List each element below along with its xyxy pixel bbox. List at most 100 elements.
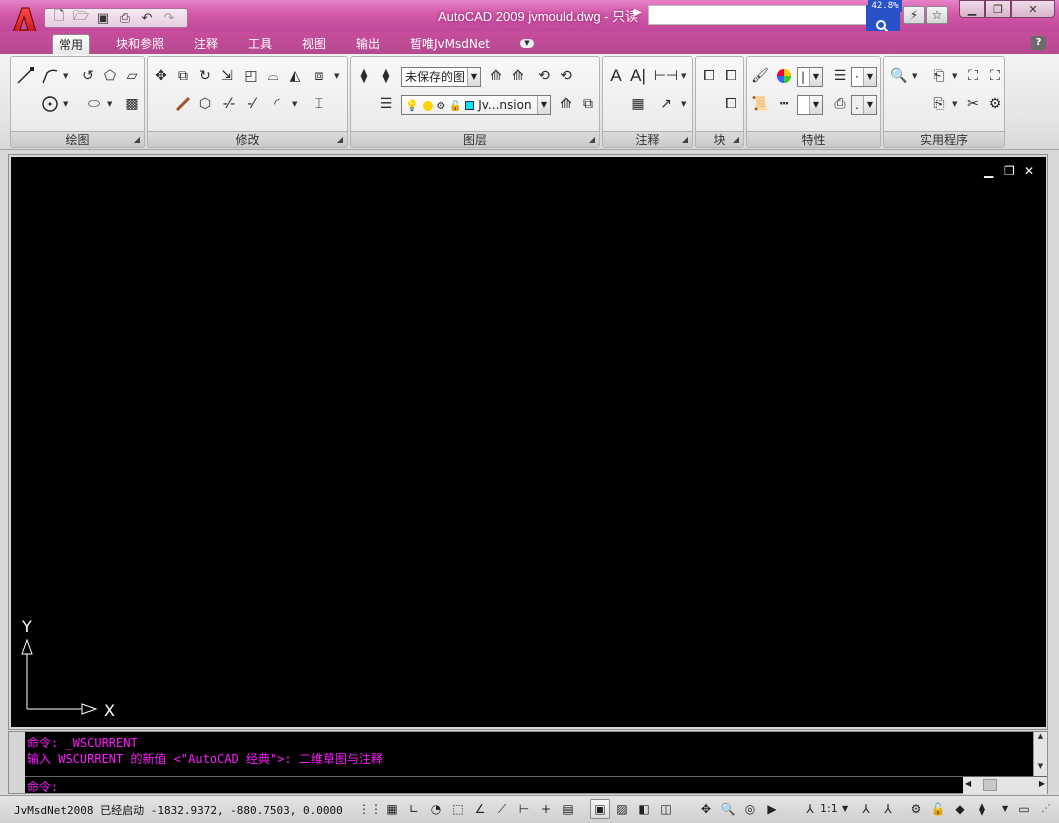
- match-properties-icon[interactable]: 🖌: [749, 65, 771, 87]
- circle-dropdown-icon[interactable]: ▼: [63, 100, 68, 108]
- resize-grip-icon[interactable]: ⋰: [1036, 799, 1056, 819]
- layer-unisolate-icon[interactable]: ⟲: [555, 65, 577, 87]
- color-combo[interactable]: | ▼: [797, 67, 823, 87]
- multileader-icon[interactable]: ↗: [655, 93, 677, 115]
- command-prompt-row[interactable]: 命令: ◀ ▶: [25, 776, 1047, 794]
- erase-icon[interactable]: [172, 93, 194, 115]
- stretch-icon[interactable]: ⇲: [216, 65, 238, 87]
- linetype-icon[interactable]: ┅: [773, 93, 795, 115]
- layer-make-current-icon[interactable]: ⟰: [555, 93, 577, 115]
- close-button[interactable]: ✕: [1011, 0, 1055, 18]
- dyn-icon[interactable]: ⊢: [514, 799, 534, 819]
- scroll-right-icon[interactable]: ▶: [1039, 779, 1045, 788]
- zoom-status-icon[interactable]: 🔍: [718, 799, 738, 819]
- paste-dropdown-icon[interactable]: ▼: [952, 72, 957, 80]
- move-icon[interactable]: ✥: [150, 65, 172, 87]
- scroll-left-icon[interactable]: ◀: [965, 779, 971, 788]
- multileader-dropdown-icon[interactable]: ▼: [681, 100, 686, 108]
- array-dropdown-icon[interactable]: ▼: [334, 72, 339, 80]
- layer-state-icon[interactable]: ⧫: [375, 65, 397, 87]
- table-icon[interactable]: ▦: [627, 93, 649, 115]
- drawing-minimize-icon[interactable]: ▁: [984, 164, 993, 178]
- edit-block-icon[interactable]: ⧠: [720, 93, 742, 115]
- copy-icon[interactable]: ⧉: [172, 65, 194, 87]
- polyline-dropdown-icon[interactable]: ▼: [63, 72, 68, 80]
- maximize-button[interactable]: ❐: [985, 0, 1011, 18]
- layer-match-icon[interactable]: ⟰: [485, 65, 507, 87]
- copy-clip-dropdown-icon[interactable]: ▼: [952, 100, 957, 108]
- ducs-icon[interactable]: ⟋: [492, 799, 512, 819]
- polygon-icon[interactable]: ⬠: [99, 65, 121, 87]
- command-vertical-scrollbar[interactable]: ▲ ▼: [1033, 732, 1047, 776]
- single-line-text-icon[interactable]: A: [605, 65, 627, 87]
- rectangle-icon[interactable]: ▱: [121, 65, 143, 87]
- print-icon[interactable]: ⎙: [115, 10, 135, 26]
- minimize-button[interactable]: ▁: [959, 0, 985, 18]
- circle-icon[interactable]: [39, 93, 61, 115]
- scale-icon[interactable]: ◰: [240, 65, 262, 87]
- auto-scale-icon[interactable]: ⅄: [878, 799, 898, 819]
- showmotion-icon[interactable]: ▶: [762, 799, 782, 819]
- extend-icon[interactable]: -⁄: [240, 93, 262, 115]
- panel-expander-icon[interactable]: ◢: [682, 132, 688, 148]
- measure-icon[interactable]: ⚙: [984, 93, 1006, 115]
- status-menu-icon[interactable]: ▼: [1002, 804, 1008, 813]
- drawing-close-icon[interactable]: ✕: [1024, 164, 1034, 178]
- arc-icon[interactable]: ↺: [77, 65, 99, 87]
- fillet-icon[interactable]: ◜: [266, 93, 288, 115]
- zoom-icon[interactable]: 🔍: [888, 65, 910, 87]
- layer-merge-icon[interactable]: ⧉: [577, 93, 599, 115]
- layer-previous-icon[interactable]: ⟰: [507, 65, 529, 87]
- create-block-icon[interactable]: ⧠: [720, 65, 742, 87]
- lineweight-combo[interactable]: · ▼: [851, 67, 877, 87]
- trim-icon[interactable]: -⁄-: [218, 93, 240, 115]
- open-icon[interactable]: 🗁: [71, 9, 91, 26]
- toolbar-lock-icon[interactable]: 🔓: [928, 799, 948, 819]
- linear-dimension-icon[interactable]: ⊢⊣: [654, 65, 678, 87]
- panel-expander-icon[interactable]: ◢: [733, 132, 739, 148]
- fillet-dropdown-icon[interactable]: ▼: [292, 100, 297, 108]
- isolate-objects-icon[interactable]: ⧫: [972, 799, 992, 819]
- quick-view-layouts-icon[interactable]: ◧: [634, 799, 654, 819]
- hatch-icon[interactable]: ▩: [121, 93, 143, 115]
- annotation-scale-icon[interactable]: ⅄: [800, 799, 820, 819]
- paste-icon[interactable]: ⎗: [928, 65, 950, 87]
- scroll-thumb[interactable]: [983, 779, 997, 791]
- drawing-restore-icon[interactable]: ❐: [1004, 164, 1015, 178]
- polar-icon[interactable]: ◔: [426, 799, 446, 819]
- command-window-grip[interactable]: [9, 732, 25, 793]
- layer-properties-icon[interactable]: ⧫: [353, 65, 375, 87]
- ellipse-icon[interactable]: ⬭: [83, 93, 105, 115]
- tab-annotate[interactable]: 注释: [188, 34, 224, 54]
- list-icon[interactable]: 📜: [749, 93, 771, 115]
- tab-home[interactable]: 常用: [52, 34, 91, 54]
- pan-icon[interactable]: ✥: [696, 799, 716, 819]
- polyline-icon[interactable]: [39, 65, 61, 87]
- tab-blocks-references[interactable]: 块和参照: [110, 34, 170, 54]
- osnap-icon[interactable]: ⬚: [448, 799, 468, 819]
- quick-select-icon[interactable]: ⛶: [962, 65, 984, 87]
- linetype-combo[interactable]: ▼: [797, 95, 823, 115]
- workspace-switching-icon[interactable]: ⚙: [906, 799, 926, 819]
- scroll-up-icon[interactable]: ▲: [1034, 732, 1047, 743]
- command-horizontal-scrollbar[interactable]: ◀ ▶: [963, 777, 1047, 794]
- annotation-scale-dropdown-icon[interactable]: ▼: [842, 804, 848, 813]
- annotation-scale-value[interactable]: 1:1: [820, 802, 838, 815]
- quick-properties-icon[interactable]: ▤: [558, 799, 578, 819]
- tab-output[interactable]: 输出: [350, 34, 386, 54]
- lineweight-icon[interactable]: ☰: [829, 65, 851, 87]
- search-expand-icon[interactable]: ▶: [634, 7, 642, 18]
- plot-style-icon[interactable]: ⎙: [829, 93, 851, 115]
- infer-constraints-icon[interactable]: ⋮⋮: [358, 799, 382, 819]
- rotate-icon[interactable]: ↻: [194, 65, 216, 87]
- insert-block-icon[interactable]: ⧠: [698, 65, 720, 87]
- color-wheel-icon[interactable]: [773, 65, 795, 87]
- panel-expander-icon[interactable]: ◢: [134, 132, 140, 148]
- plot-style-combo[interactable]: . ▼: [851, 95, 877, 115]
- undo-icon[interactable]: ↶: [137, 10, 157, 26]
- new-icon[interactable]: 🗋: [49, 9, 69, 26]
- redo-icon[interactable]: ↷: [159, 10, 179, 26]
- ellipse-dropdown-icon[interactable]: ▼: [107, 100, 112, 108]
- array-icon[interactable]: ⧈: [308, 65, 330, 87]
- tab-view[interactable]: 视图: [296, 34, 332, 54]
